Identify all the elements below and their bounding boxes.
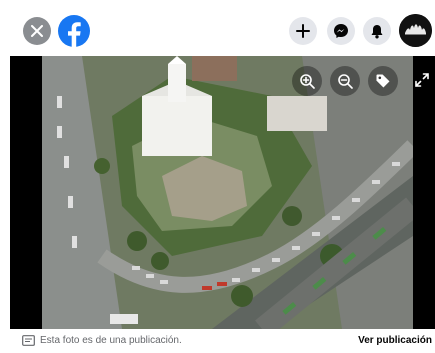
photo-footer: Esta foto es de una publicación. Ver pub… [0, 329, 435, 353]
close-icon [31, 25, 43, 37]
close-button[interactable] [23, 17, 51, 45]
zoom-in-button[interactable] [292, 66, 322, 96]
tag-icon [376, 74, 390, 88]
facebook-logo-icon [58, 15, 90, 47]
messenger-icon [334, 24, 348, 38]
plus-icon [296, 24, 310, 38]
zoom-out-icon [338, 74, 353, 89]
bell-icon [371, 24, 383, 38]
zoom-in-icon [300, 74, 315, 89]
facebook-logo[interactable] [58, 15, 90, 47]
profile-avatar[interactable] [399, 14, 432, 47]
create-button[interactable] [289, 17, 317, 45]
tag-button[interactable] [368, 66, 398, 96]
view-post-link[interactable]: Ver publicación [358, 335, 432, 346]
notifications-button[interactable] [363, 17, 391, 45]
top-bar [0, 0, 435, 56]
expand-button[interactable] [413, 71, 431, 89]
aerial-photo-image [42, 56, 413, 329]
post-icon [22, 335, 35, 346]
zoom-out-button[interactable] [330, 66, 360, 96]
photo-viewer [10, 56, 435, 329]
avatar-icon [399, 14, 432, 47]
messenger-button[interactable] [327, 17, 355, 45]
expand-icon [415, 73, 429, 87]
photo[interactable] [42, 56, 413, 329]
footer-info-text: Esta foto es de una publicación. [40, 335, 182, 346]
